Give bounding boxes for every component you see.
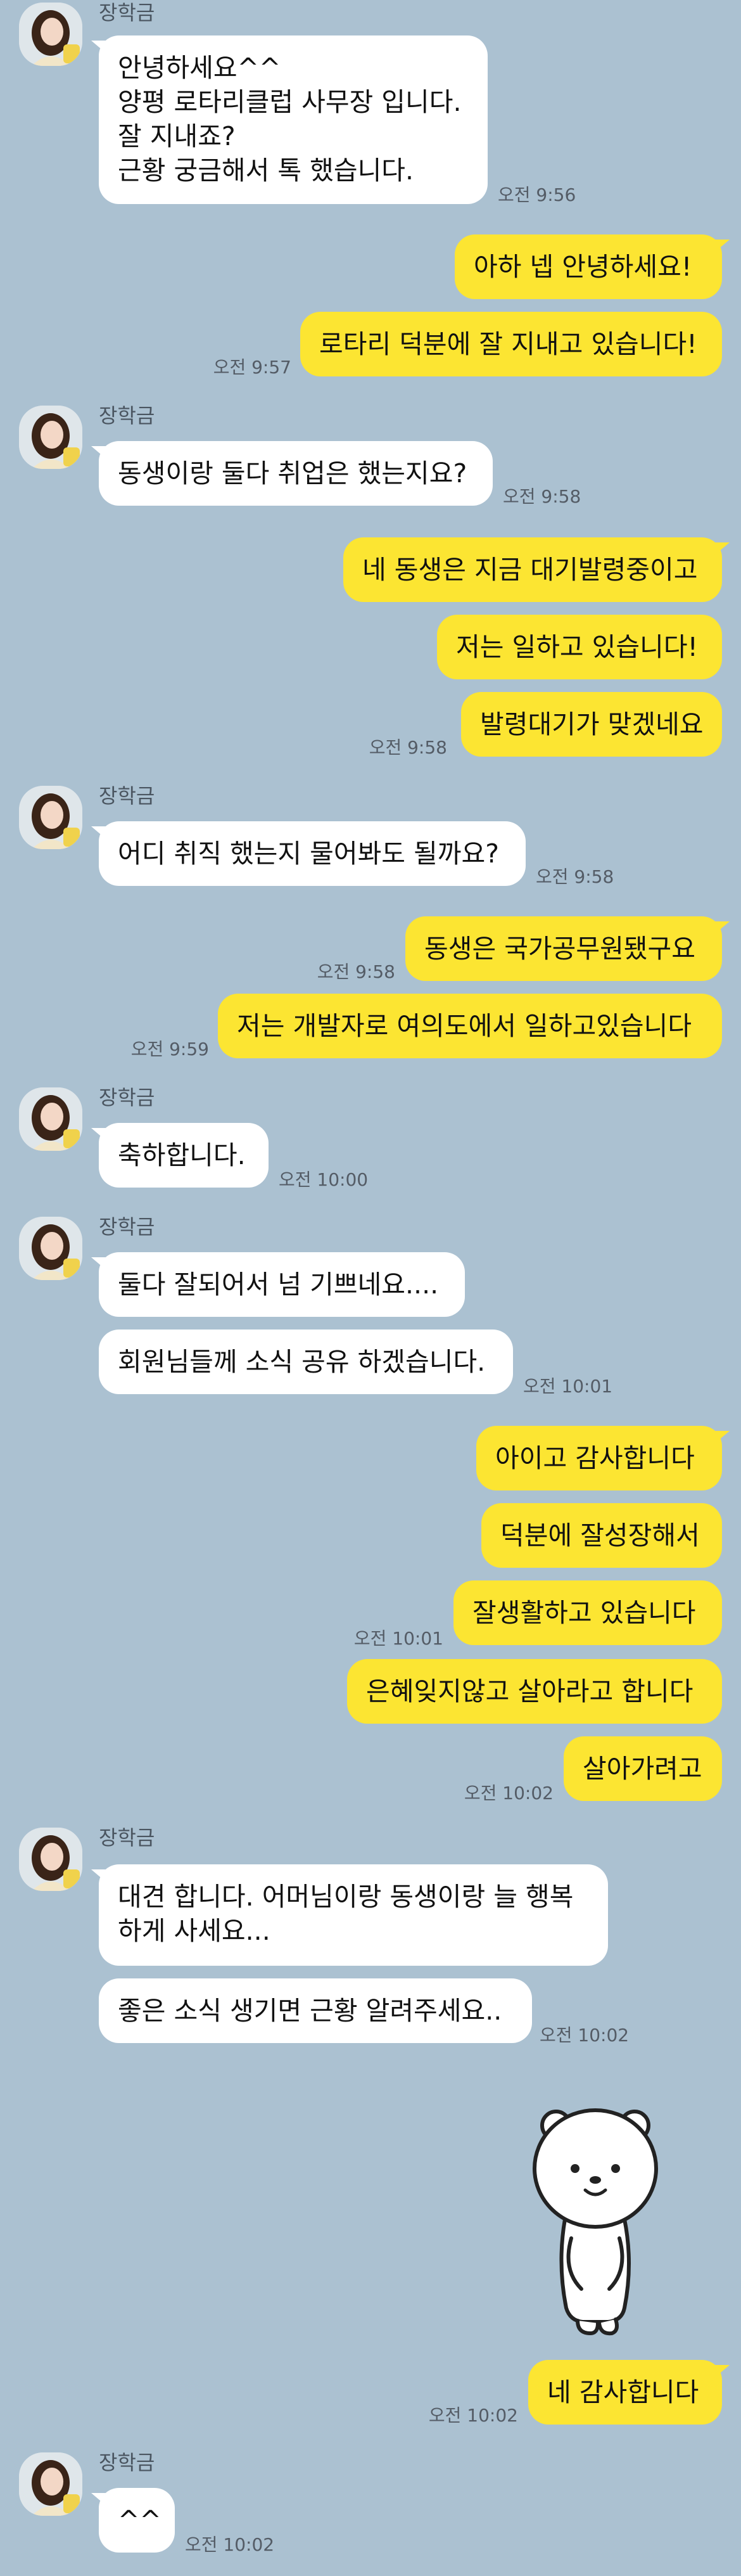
sender-name: 장학금 — [99, 404, 155, 428]
message-line: 근황 궁금해서 톡 했습니다. — [118, 155, 414, 186]
message-bubble[interactable]: 네 감사합니다 — [528, 2360, 730, 2425]
message-time: 오전 9:58 — [536, 866, 614, 887]
message-time: 오전 9:59 — [130, 1039, 209, 1060]
message-bubble[interactable]: 동생은 국가공무원됐구요 — [405, 916, 730, 981]
message-bubble[interactable]: 안녕하세요^^ 양평 로타리클럽 사무장 입니다. 잘 지내죠? 근황 궁금해서… — [91, 35, 488, 204]
message-bubble[interactable]: 아하 넵 안녕하세요! — [455, 234, 730, 299]
message-time: 오전 9:58 — [369, 737, 447, 758]
avatar[interactable] — [19, 1828, 82, 1891]
avatar[interactable] — [19, 406, 82, 469]
bear-sticker-icon — [533, 2108, 658, 2336]
message-bubble[interactable]: 회원님들께 소식 공유 하겠습니다. — [99, 1330, 513, 1394]
avatar-photo-icon — [19, 1217, 82, 1280]
message-line: 하게 사세요... — [118, 1916, 270, 1946]
message-line: 대견 합니다. 어머님이랑 동생이랑 늘 행복 — [118, 1881, 574, 1912]
avatar[interactable] — [19, 3, 82, 66]
message-time: 오전 10:02 — [464, 1783, 554, 1804]
message-bubble[interactable]: 살아가려고 — [564, 1736, 722, 1801]
sender-name: 장학금 — [99, 1086, 155, 1110]
sender-name: 장학금 — [99, 1, 155, 25]
message-bubble[interactable]: 잘생활하고 있습니다 — [453, 1580, 722, 1645]
avatar[interactable] — [19, 786, 82, 849]
avatar-photo-icon — [19, 2452, 82, 2516]
message-time: 오전 10:02 — [428, 2405, 518, 2426]
message-bubble[interactable]: 로타리 덕분에 잘 지내고 있습니다! — [300, 312, 722, 376]
message-bubble[interactable]: 발령대기가 맞겠네요 — [461, 692, 722, 757]
sender-name: 장학금 — [99, 1215, 155, 1239]
avatar-photo-icon — [19, 1828, 82, 1891]
message-time: 오전 9:56 — [498, 184, 576, 205]
avatar[interactable] — [19, 2452, 82, 2516]
message-bubble[interactable]: 축하합니다. — [91, 1123, 269, 1188]
message-bubble[interactable]: 동생이랑 둘다 취업은 했는지요? — [91, 441, 493, 506]
message-bubble[interactable]: 어디 취직 했는지 물어봐도 될까요? — [91, 821, 526, 886]
message-line: 안녕하세요^^ — [118, 53, 281, 83]
message-time: 오전 9:58 — [317, 961, 395, 982]
message-bubble[interactable]: 네 동생은 지금 대기발령중이고 — [343, 537, 730, 602]
message-bubble[interactable]: 둘다 잘되어서 넘 기쁘네요.... — [91, 1252, 465, 1317]
sender-name: 장학금 — [99, 784, 155, 808]
message-time: 오전 10:01 — [353, 1628, 443, 1649]
message-bubble[interactable]: 저는 개발자로 여의도에서 일하고있습니다 — [218, 994, 722, 1058]
message-bubble[interactable]: 덕분에 잘성장해서 — [481, 1503, 722, 1568]
message-time: 오전 10:02 — [540, 2025, 630, 2046]
message-bubble[interactable]: 대견 합니다. 어머님이랑 동생이랑 늘 행복 하게 사세요... — [91, 1864, 608, 1966]
message-time: 오전 10:01 — [523, 1376, 613, 1397]
message-bubble[interactable]: 은혜잊지않고 살아라고 합니다 — [347, 1659, 722, 1724]
message-bubble[interactable]: 좋은 소식 생기면 근황 알려주세요.. — [99, 1978, 532, 2043]
avatar[interactable] — [19, 1087, 82, 1151]
message-time: 오전 10:00 — [279, 1169, 369, 1190]
sticker[interactable] — [519, 2099, 671, 2340]
message-bubble[interactable]: 저는 일하고 있습니다! — [437, 615, 722, 679]
message-time: 오전 9:58 — [503, 486, 581, 507]
avatar-photo-icon — [19, 3, 82, 66]
message-time: 오전 10:02 — [185, 2534, 275, 2555]
message-line: 잘 지내죠? — [118, 121, 236, 151]
avatar-photo-icon — [19, 786, 82, 849]
message-bubble[interactable]: ^^ — [91, 2488, 175, 2553]
avatar[interactable] — [19, 1217, 82, 1280]
avatar-photo-icon — [19, 406, 82, 469]
sender-name: 장학금 — [99, 1826, 155, 1850]
sender-name: 장학금 — [99, 2451, 155, 2475]
chat-room[interactable]: 장학금 안녕하세요^^ 양평 로타리클럽 사무장 입니다. 잘 지내죠? 근황 … — [0, 0, 741, 2576]
message-bubble[interactable]: 아이고 감사합니다 — [476, 1426, 730, 1490]
avatar-photo-icon — [19, 1087, 82, 1151]
message-time: 오전 9:57 — [213, 357, 291, 378]
message-line: 양평 로타리클럽 사무장 입니다. — [118, 87, 462, 117]
